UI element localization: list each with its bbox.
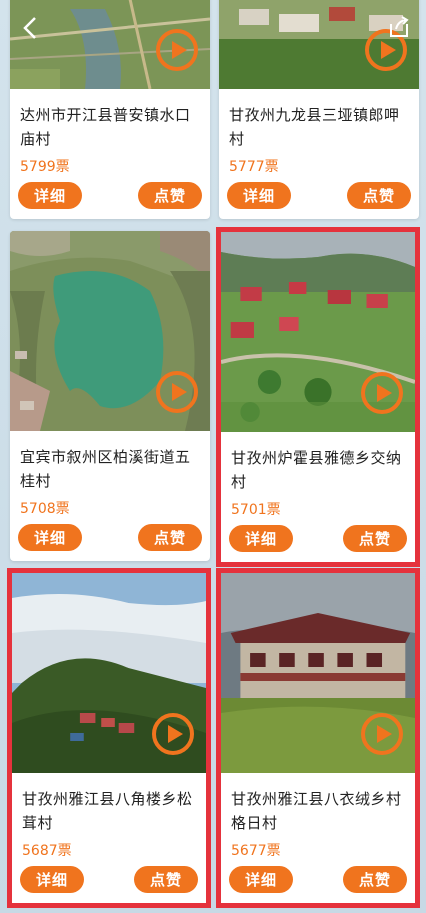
vote-count: 5708票 (20, 501, 70, 517)
village-card: 达州市开江县普安镇水口庙村 5799票 详细 点赞 (10, 0, 210, 219)
play-video-button[interactable] (361, 713, 403, 755)
share-icon (390, 16, 409, 37)
village-photo[interactable] (219, 0, 419, 89)
vote-count: 5777票 (229, 159, 279, 175)
village-photo[interactable] (10, 0, 210, 89)
village-title: 甘孜州雅江县八衣绒乡村格日村 (231, 790, 402, 832)
detail-button[interactable]: 详细 (229, 866, 293, 893)
village-card: 宜宾市叙州区柏溪街道五桂村 5708票 详细 点赞 (10, 231, 210, 561)
play-icon (376, 384, 392, 402)
play-icon (167, 725, 183, 743)
detail-button[interactable]: 详细 (18, 524, 82, 551)
village-title: 甘孜州雅江县八角楼乡松茸村 (22, 790, 193, 832)
detail-button[interactable]: 详细 (229, 525, 293, 552)
chevron-left-icon (23, 17, 36, 39)
vote-count: 5677票 (231, 843, 281, 859)
village-photo[interactable] (221, 573, 415, 773)
village-title: 宜宾市叙州区柏溪街道五桂村 (20, 448, 191, 490)
like-button[interactable]: 点赞 (138, 524, 202, 551)
page: 达州市开江县普安镇水口庙村 5799票 详细 点赞 甘孜州九龙县三垭镇郎呷村 5… (0, 0, 426, 913)
like-button[interactable]: 点赞 (343, 525, 407, 552)
play-icon (380, 41, 396, 59)
play-video-button[interactable] (152, 713, 194, 755)
vote-count: 5799票 (20, 159, 70, 175)
like-button[interactable]: 点赞 (343, 866, 407, 893)
play-video-button[interactable] (156, 29, 198, 71)
village-card: 甘孜州雅江县八角楼乡松茸村 5687票 详细 点赞 (12, 573, 206, 903)
play-icon (376, 725, 392, 743)
vote-count: 5701票 (231, 502, 281, 518)
village-card: 甘孜州雅江县八衣绒乡村格日村 5677票 详细 点赞 (221, 573, 415, 903)
village-photo[interactable] (221, 232, 415, 432)
back-button[interactable] (22, 16, 38, 44)
play-video-button[interactable] (156, 371, 198, 413)
detail-button[interactable]: 详细 (227, 182, 291, 209)
village-photo[interactable] (12, 573, 206, 773)
share-button[interactable] (388, 16, 410, 42)
village-title: 达州市开江县普安镇水口庙村 (20, 106, 191, 148)
village-title: 甘孜州九龙县三垭镇郎呷村 (229, 106, 400, 148)
detail-button[interactable]: 详细 (20, 866, 84, 893)
village-photo[interactable] (10, 231, 210, 431)
like-button[interactable]: 点赞 (347, 182, 411, 209)
like-button[interactable]: 点赞 (138, 182, 202, 209)
detail-button[interactable]: 详细 (18, 182, 82, 209)
village-title: 甘孜州炉霍县雅德乡交纳村 (231, 449, 402, 491)
village-card: 甘孜州炉霍县雅德乡交纳村 5701票 详细 点赞 (221, 232, 415, 562)
play-icon (171, 41, 187, 59)
play-icon (171, 383, 187, 401)
vote-count: 5687票 (22, 843, 72, 859)
play-video-button[interactable] (361, 372, 403, 414)
like-button[interactable]: 点赞 (134, 866, 198, 893)
